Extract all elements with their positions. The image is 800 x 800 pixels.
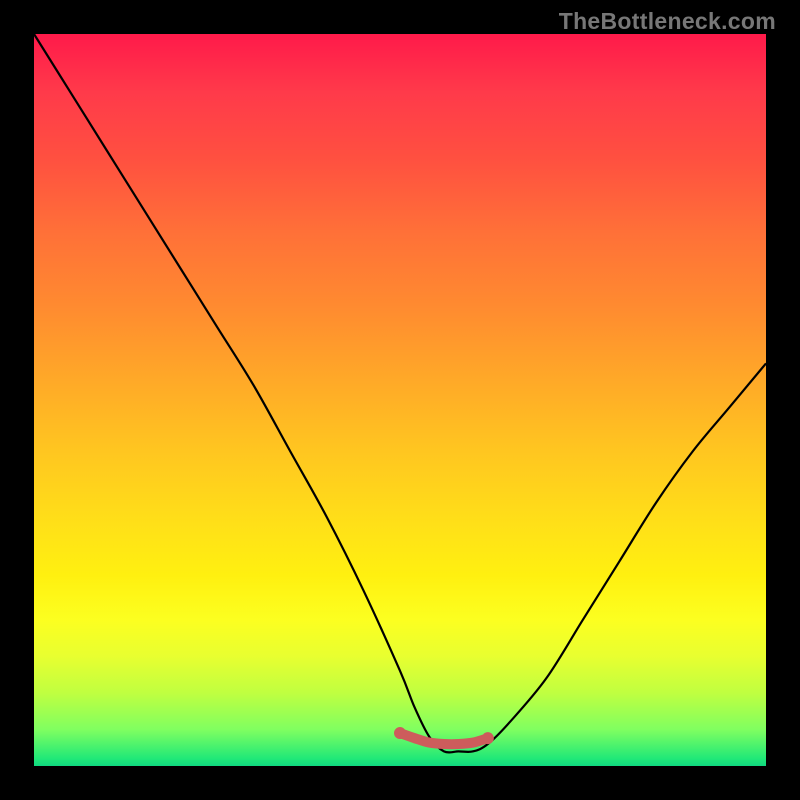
- highlight-curve: [400, 733, 488, 744]
- highlight-start-dot: [394, 727, 406, 739]
- watermark-text: TheBottleneck.com: [559, 8, 776, 35]
- chart-container: TheBottleneck.com: [0, 0, 800, 800]
- plot-area: [34, 34, 766, 766]
- curve-overlay: [34, 34, 766, 766]
- main-curve: [34, 34, 766, 752]
- highlight-end-dot: [482, 732, 494, 744]
